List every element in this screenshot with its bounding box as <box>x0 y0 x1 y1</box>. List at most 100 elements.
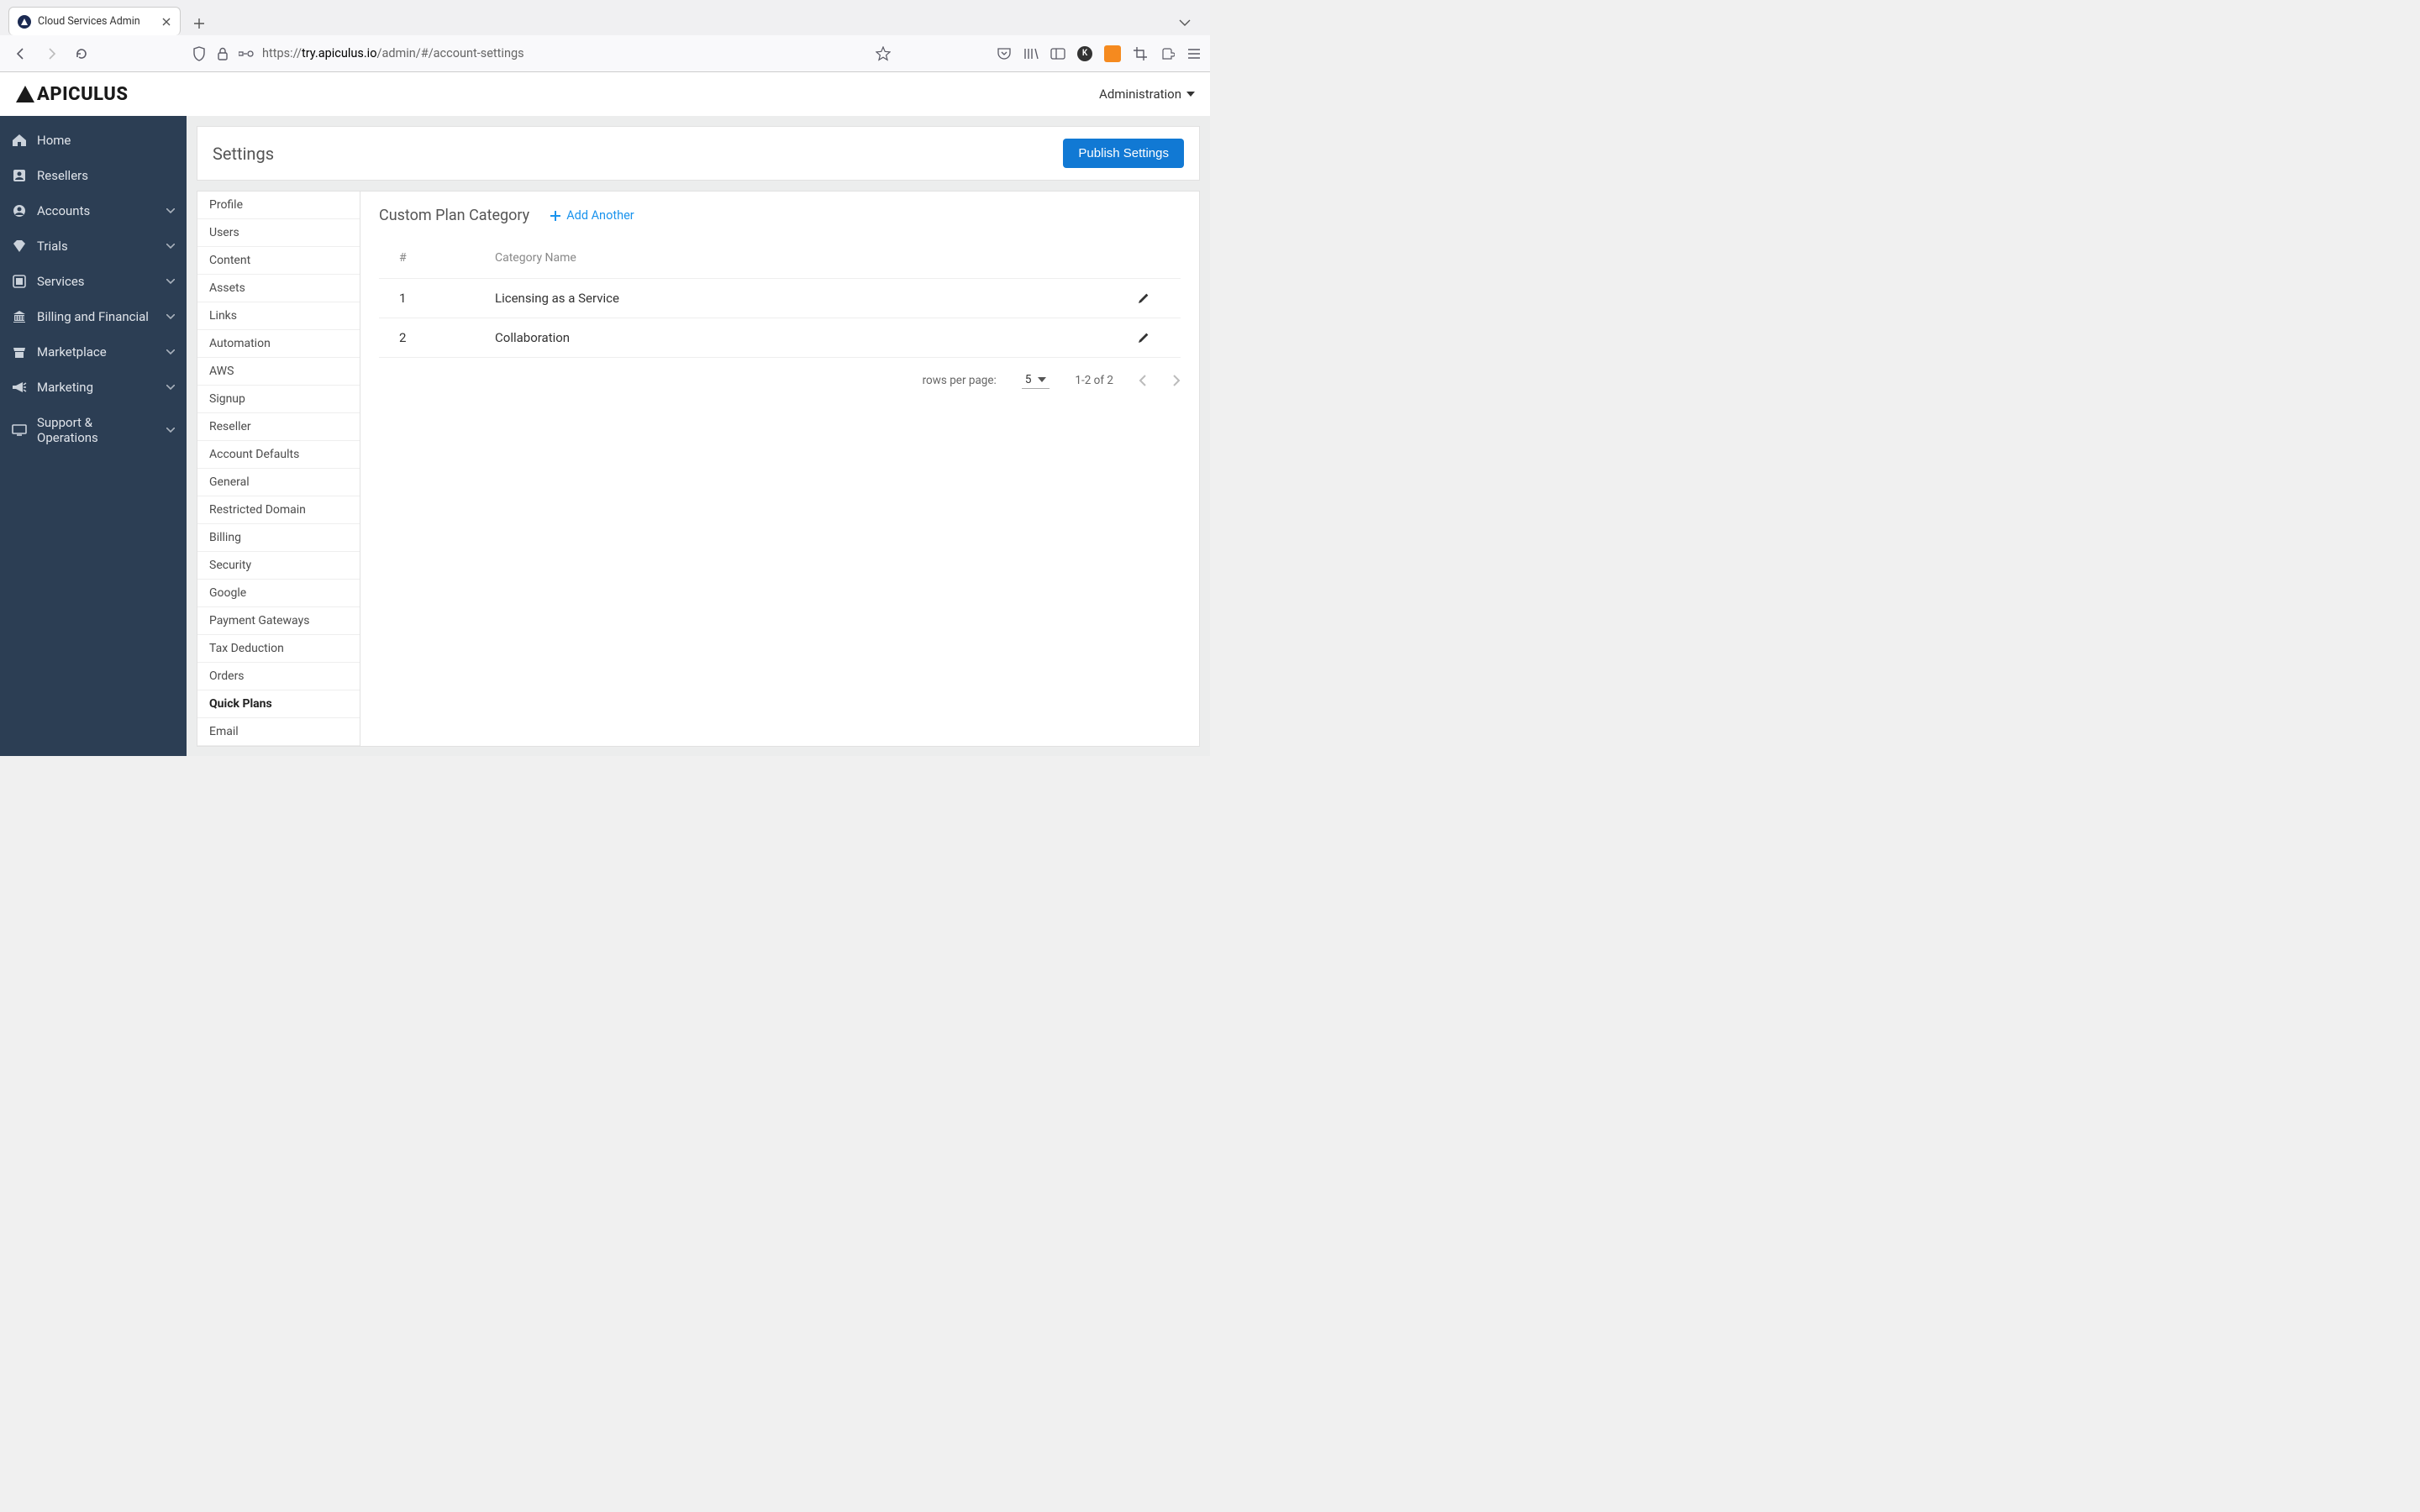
caret-down-icon <box>1038 377 1046 382</box>
chevron-down-icon <box>166 314 175 319</box>
user-badge-icon <box>12 168 27 183</box>
settings-nav-item[interactable]: Google <box>197 580 360 607</box>
app-body: Home Resellers Accounts Trials Services … <box>0 116 1210 756</box>
page-title: Settings <box>213 144 274 164</box>
settings-nav-item[interactable]: Email <box>197 718 360 746</box>
page-prev-button[interactable] <box>1139 375 1147 386</box>
extensions-icon[interactable] <box>1160 46 1175 61</box>
app-header: APICULUS Administration <box>0 72 1210 116</box>
settings-nav-item[interactable]: Tax Deduction <box>197 635 360 663</box>
crop-icon[interactable] <box>1133 46 1148 61</box>
settings-nav-item[interactable]: AWS <box>197 358 360 386</box>
chevron-down-icon <box>166 208 175 213</box>
settings-nav-item[interactable]: Reseller <box>197 413 360 441</box>
settings-nav-item[interactable]: General <box>197 469 360 496</box>
sidebar-item-resellers[interactable]: Resellers <box>0 158 187 193</box>
address-bar: https://try.apiculus.io/admin/#/account-… <box>0 35 1210 72</box>
back-button[interactable] <box>8 41 34 66</box>
new-tab-button[interactable] <box>187 12 211 35</box>
row-index: 1 <box>379 279 488 318</box>
add-another-link[interactable]: Add Another <box>548 208 634 223</box>
panel-title-row: Custom Plan Category Add Another <box>379 207 1181 224</box>
sidebar-item-marketplace[interactable]: Marketplace <box>0 334 187 370</box>
column-actions <box>1130 239 1181 279</box>
tab-favicon <box>18 15 31 29</box>
edit-icon[interactable] <box>1137 291 1174 305</box>
settings-nav-item[interactable]: Quick Plans <box>197 690 360 718</box>
settings-nav-item[interactable]: Security <box>197 552 360 580</box>
settings-nav-item[interactable]: Profile <box>197 192 360 219</box>
row-index: 2 <box>379 318 488 358</box>
bank-icon <box>12 309 27 324</box>
page-next-button[interactable] <box>1172 375 1181 386</box>
sidebar: Home Resellers Accounts Trials Services … <box>0 116 187 756</box>
pocket-icon[interactable] <box>997 46 1012 61</box>
url-box[interactable]: https://try.apiculus.io/admin/#/account-… <box>192 40 891 67</box>
category-table: # Category Name 1Licensing as a Service2… <box>379 239 1181 358</box>
rows-per-page-label: rows per page: <box>923 374 997 387</box>
metamask-icon[interactable] <box>1104 45 1121 62</box>
publish-settings-button[interactable]: Publish Settings <box>1063 139 1184 168</box>
home-icon <box>12 133 27 148</box>
tab-list-button[interactable] <box>1173 12 1197 35</box>
content-area: Settings Publish Settings ProfileUsersCo… <box>187 116 1210 756</box>
close-icon[interactable] <box>161 17 171 27</box>
row-category-name: Licensing as a Service <box>488 279 1130 318</box>
browser-tab[interactable]: Cloud Services Admin <box>8 7 181 35</box>
store-icon <box>12 344 27 360</box>
brand-mark-icon <box>15 85 35 103</box>
chevron-down-icon <box>166 428 175 433</box>
sidebar-toggle-icon[interactable] <box>1050 46 1065 61</box>
sidebar-item-home[interactable]: Home <box>0 123 187 158</box>
sidebar-item-support[interactable]: Support & Operations <box>0 405 187 455</box>
settings-nav-item[interactable]: Billing <box>197 524 360 552</box>
sidebar-item-marketing[interactable]: Marketing <box>0 370 187 405</box>
settings-nav-item[interactable]: Automation <box>197 330 360 358</box>
settings-nav-item[interactable]: Account Defaults <box>197 441 360 469</box>
table-row: 1Licensing as a Service <box>379 279 1181 318</box>
brand-logo[interactable]: APICULUS <box>15 84 128 105</box>
administration-dropdown[interactable]: Administration <box>1099 87 1195 102</box>
settings-nav-item[interactable]: Payment Gateways <box>197 607 360 635</box>
page-range: 1-2 of 2 <box>1075 374 1113 387</box>
settings-nav-item[interactable]: Signup <box>197 386 360 413</box>
shield-icon[interactable] <box>192 46 207 61</box>
settings-nav-item[interactable]: Links <box>197 302 360 330</box>
settings-nav-item[interactable]: Restricted Domain <box>197 496 360 524</box>
chevron-down-icon <box>166 349 175 354</box>
menu-icon[interactable] <box>1186 46 1202 61</box>
content-header: Settings Publish Settings <box>197 126 1200 181</box>
url-text: https://try.apiculus.io/admin/#/account-… <box>262 46 524 60</box>
chevron-down-icon <box>166 385 175 390</box>
settings-nav-item[interactable]: Orders <box>197 663 360 690</box>
user-circle-icon <box>12 203 27 218</box>
tag-icon <box>12 239 27 254</box>
url-security-icons <box>192 46 254 61</box>
sidebar-item-trials[interactable]: Trials <box>0 228 187 264</box>
toolbar-right-icons: K <box>997 45 1202 62</box>
sidebar-item-accounts[interactable]: Accounts <box>0 193 187 228</box>
bookmark-star-icon[interactable] <box>876 46 891 61</box>
megaphone-icon <box>12 380 27 395</box>
settings-nav-item[interactable]: Content <box>197 247 360 275</box>
lock-icon[interactable] <box>215 46 230 61</box>
row-category-name: Collaboration <box>488 318 1130 358</box>
sidebar-item-billing[interactable]: Billing and Financial <box>0 299 187 334</box>
rows-per-page-select[interactable]: 5 <box>1022 371 1050 389</box>
forward-button[interactable] <box>39 41 64 66</box>
layers-icon <box>12 274 27 289</box>
permissions-icon[interactable] <box>239 46 254 61</box>
library-icon[interactable] <box>1023 46 1039 61</box>
table-pager: rows per page: 5 1-2 of 2 <box>379 371 1181 389</box>
settings-nav-item[interactable]: Users <box>197 219 360 247</box>
edit-icon[interactable] <box>1137 331 1174 344</box>
caret-down-icon <box>1186 92 1195 97</box>
account-k-icon[interactable]: K <box>1077 46 1092 61</box>
sidebar-item-services[interactable]: Services <box>0 264 187 299</box>
table-row: 2Collaboration <box>379 318 1181 358</box>
reload-button[interactable] <box>69 41 94 66</box>
column-category-name: Category Name <box>488 239 1130 279</box>
main-panel: Custom Plan Category Add Another # Categ… <box>360 191 1200 747</box>
panel-title: Custom Plan Category <box>379 207 529 224</box>
settings-nav-item[interactable]: Assets <box>197 275 360 302</box>
